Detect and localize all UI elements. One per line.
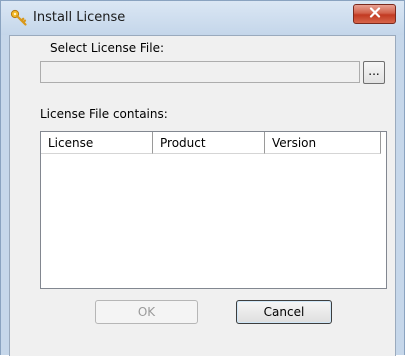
cancel-button[interactable]: Cancel [236,300,332,324]
column-header-product[interactable]: Product [153,132,265,154]
ok-button[interactable]: OK [95,300,198,324]
list-header: License Product Version [41,132,386,154]
license-list[interactable]: License Product Version [40,131,387,289]
license-file-path-field[interactable] [40,61,360,83]
select-license-file-label: Select License File: [50,41,165,55]
key-icon [10,9,28,27]
close-icon [369,7,381,21]
window-title: Install License [33,10,126,25]
browse-button[interactable]: ... [363,61,385,84]
column-header-license[interactable]: License [41,132,153,154]
install-license-dialog: Install License Select License File: ...… [0,0,405,356]
column-header-version[interactable]: Version [265,132,381,154]
close-button[interactable] [353,4,396,24]
license-file-contains-label: License File contains: [40,107,168,121]
title-bar[interactable]: Install License [1,1,404,35]
